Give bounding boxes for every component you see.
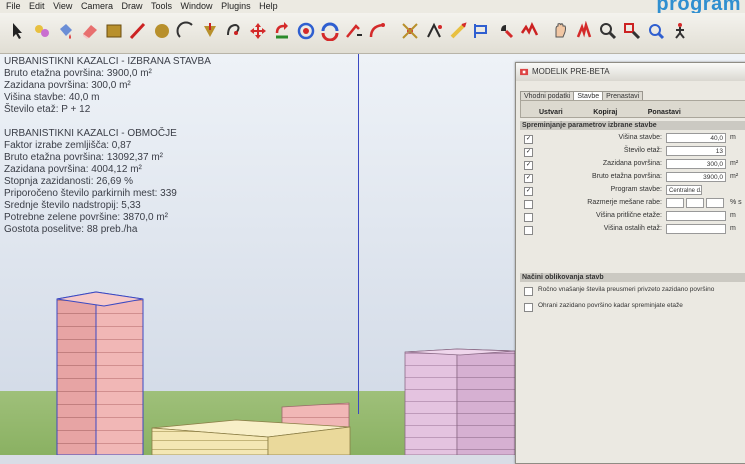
line-icon[interactable] <box>126 19 150 43</box>
param-checkbox[interactable]: ✓ <box>524 161 533 170</box>
protractor-icon[interactable] <box>366 19 390 43</box>
menu-plugins[interactable]: Plugins <box>221 0 251 13</box>
dialog-tabs: Vhodni podatki Stavbe Prenastavi <box>520 85 644 102</box>
offset-icon[interactable] <box>294 19 318 43</box>
dialog-title: MODELIK PRE-BETA <box>532 67 610 76</box>
param-row-other-height: Višina ostalih etaž: m <box>524 224 745 236</box>
param-unit: m <box>730 225 736 232</box>
param-checkbox[interactable] <box>524 200 533 209</box>
mode-checkbox[interactable] <box>524 303 533 312</box>
parameters-section-header: Spreminjanje parametrov izbrane stavbe <box>520 121 745 130</box>
dialog-titlebar[interactable]: MODELIK PRE-BETA <box>516 63 745 81</box>
rectangle-icon[interactable] <box>102 19 126 43</box>
menu-help[interactable]: Help <box>259 0 278 13</box>
walk-icon[interactable] <box>668 19 692 43</box>
pink-tower-building[interactable] <box>56 291 144 455</box>
component-icon[interactable] <box>30 19 54 43</box>
menu-tools[interactable]: Tools <box>151 0 172 13</box>
push-pull-icon[interactable] <box>198 19 222 43</box>
param-label: Višina stavbe: <box>618 134 662 141</box>
param-label: Število etaž: <box>623 147 662 154</box>
param-row-ground-height: Višina pritlične etaže: m <box>524 211 745 223</box>
param-unit: m² <box>730 160 739 167</box>
mixed-use-input-2[interactable] <box>686 198 704 208</box>
pan-icon[interactable] <box>548 19 572 43</box>
param-checkbox[interactable]: ✓ <box>524 135 533 144</box>
param-unit: % s <box>730 199 742 206</box>
param-row-mixed-use: Razmerje mešane rabe: % s <box>524 198 745 210</box>
param-label: Program stavbe: <box>610 186 662 193</box>
floors-input[interactable]: 13 <box>666 146 726 156</box>
param-label: Zazidana površina: <box>602 160 662 167</box>
menu-camera[interactable]: Camera <box>81 0 113 13</box>
mixed-use-input-1[interactable] <box>666 198 684 208</box>
height-input[interactable]: 40,0 <box>666 133 726 143</box>
modes-section-header: Načini oblikovanja stavb <box>520 273 745 282</box>
param-label: Višina ostalih etaž: <box>603 225 662 232</box>
mixed-use-input-3[interactable] <box>706 198 724 208</box>
ground-floor-height-input[interactable] <box>666 211 726 221</box>
orbit-icon[interactable] <box>518 19 542 43</box>
gross-area-input[interactable]: 3900,0 <box>666 172 726 182</box>
3d-text-icon[interactable] <box>470 19 494 43</box>
dimension-icon[interactable] <box>398 19 422 43</box>
section-icon[interactable] <box>494 19 518 43</box>
param-checkbox[interactable] <box>524 213 533 222</box>
rotate-icon[interactable] <box>270 19 294 43</box>
param-checkbox[interactable] <box>524 226 533 235</box>
dialog-button-row: Ustvari Kopiraj Ponastavi <box>520 100 745 118</box>
copy-button[interactable]: Kopiraj <box>585 109 625 116</box>
tape-measure-icon[interactable] <box>342 19 366 43</box>
axes-icon[interactable] <box>446 19 470 43</box>
create-button[interactable]: Ustvari <box>531 109 571 116</box>
paint-bucket-icon[interactable] <box>54 19 78 43</box>
zoom-extents-icon[interactable] <box>620 19 644 43</box>
mode-label: Ročno vnašanje števila preusmeri privzet… <box>538 286 715 293</box>
reset-button[interactable]: Ponastavi <box>640 109 689 116</box>
menu-file[interactable]: File <box>6 0 21 13</box>
lilac-building[interactable] <box>404 348 516 455</box>
zoom-icon[interactable] <box>572 19 596 43</box>
param-label: Višina pritlične etaže: <box>595 212 662 219</box>
param-row-floors: ✓ Število etaž: 13 <box>524 146 745 158</box>
param-label: Bruto etažna površina: <box>591 173 662 180</box>
menu-bar: File Edit View Camera Draw Tools Window … <box>0 0 745 13</box>
select-icon[interactable] <box>6 19 30 43</box>
param-row-gross-area: ✓ Bruto etažna površina: 3900,0 m² <box>524 172 745 184</box>
plugin-logo-icon <box>520 68 529 76</box>
eraser-icon[interactable] <box>78 19 102 43</box>
param-checkbox[interactable]: ✓ <box>524 174 533 183</box>
menu-edit[interactable]: Edit <box>29 0 45 13</box>
param-row-height: ✓ Višina stavbe: 40,0 m <box>524 133 745 145</box>
menu-window[interactable]: Window <box>181 0 213 13</box>
mode-option: Ohrani zazidano površino kadar spreminja… <box>524 301 745 313</box>
mode-option: Ročno vnašanje števila preusmeri privzet… <box>524 285 745 297</box>
param-unit: m <box>730 134 736 141</box>
mode-checkbox[interactable] <box>524 287 533 296</box>
main-toolbar <box>0 13 745 54</box>
param-label: Razmerje mešane rabe: <box>587 199 662 206</box>
menu-view[interactable]: View <box>53 0 72 13</box>
circle-icon[interactable] <box>150 19 174 43</box>
cream-building[interactable] <box>151 419 351 455</box>
arc-icon[interactable] <box>174 19 198 43</box>
other-floor-height-input[interactable] <box>666 224 726 234</box>
param-checkbox[interactable]: ✓ <box>524 148 533 157</box>
menu-draw[interactable]: Draw <box>121 0 142 13</box>
previous-view-icon[interactable] <box>644 19 668 43</box>
follow-me-icon[interactable] <box>222 19 246 43</box>
param-unit: m² <box>730 173 739 180</box>
program-select[interactable]: Centralne d... <box>666 185 702 195</box>
param-row-program: ✓ Program stavbe: Centralne d... <box>524 185 745 197</box>
param-row-footprint: ✓ Zazidana površina: 300,0 m² <box>524 159 745 171</box>
plugin-dialog: MODELIK PRE-BETA Vhodni podatki Stavbe Pre… <box>515 62 745 464</box>
scale-icon[interactable] <box>318 19 342 43</box>
move-icon[interactable] <box>246 19 270 43</box>
mode-label: Ohrani zazidano površino kadar spreminja… <box>538 302 683 309</box>
zoom-window-icon[interactable] <box>596 19 620 43</box>
text-icon[interactable] <box>422 19 446 43</box>
param-unit: m <box>730 212 736 219</box>
param-checkbox[interactable]: ✓ <box>524 187 533 196</box>
footprint-input[interactable]: 300,0 <box>666 159 726 169</box>
